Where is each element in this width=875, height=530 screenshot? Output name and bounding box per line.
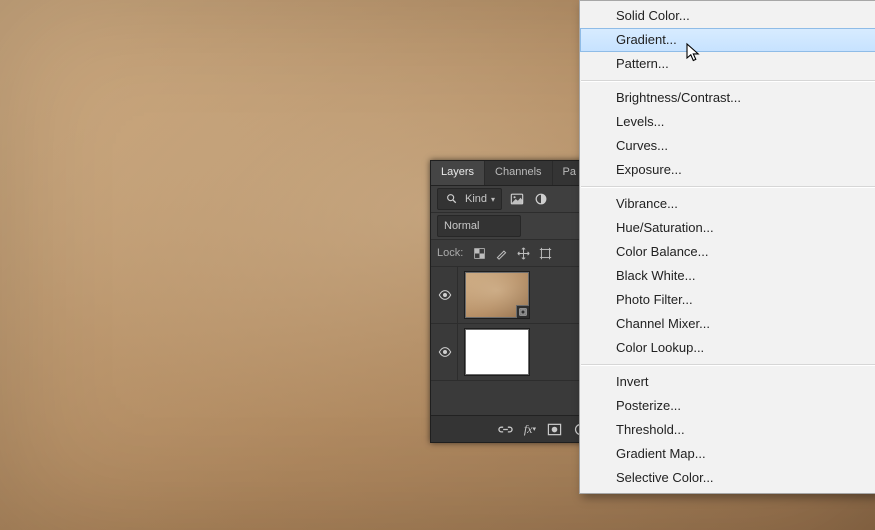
menu-item-pattern[interactable]: Pattern... [580,52,875,76]
menu-item-label: Solid Color... [616,8,690,23]
menu-item-posterize[interactable]: Posterize... [580,394,875,418]
menu-item-curves[interactable]: Curves... [580,134,875,158]
menu-item-label: Vibrance... [616,196,678,211]
menu-item-channel-mixer[interactable]: Channel Mixer... [580,312,875,336]
fx-icon[interactable]: fx▾ [524,421,536,437]
menu-separator [581,364,875,366]
menu-item-threshold[interactable]: Threshold... [580,418,875,442]
lock-position-icon[interactable] [515,245,531,261]
tab-layers[interactable]: Layers [431,161,485,185]
menu-separator [581,80,875,82]
menu-item-label: Invert [616,374,649,389]
layer-thumbnail[interactable] [464,328,530,376]
lock-brush-icon[interactable] [493,245,509,261]
menu-item-color-balance[interactable]: Color Balance... [580,240,875,264]
layer-filter-kind-select[interactable]: Kind ▾ [437,188,502,210]
menu-item-label: Pattern... [616,56,669,71]
menu-item-label: Levels... [616,114,664,129]
layer-thumbnail[interactable] [464,271,530,319]
menu-item-solid-color[interactable]: Solid Color... [580,4,875,28]
filter-kind-label: Kind [465,193,487,205]
mask-icon[interactable] [546,421,562,437]
eye-icon [438,288,452,302]
menu-separator [581,186,875,188]
visibility-toggle[interactable] [433,267,458,323]
menu-item-label: Black White... [616,268,695,283]
new-fill-adjustment-layer-menu: Solid Color... Gradient... Pattern... Br… [579,0,875,494]
menu-item-gradient-map[interactable]: Gradient Map... [580,442,875,466]
menu-item-label: Channel Mixer... [616,316,710,331]
visibility-toggle[interactable] [433,324,458,380]
eye-icon [438,345,452,359]
menu-item-invert[interactable]: Invert [580,370,875,394]
search-icon [443,191,461,207]
adjustment-filter-icon[interactable] [532,191,550,207]
menu-item-label: Threshold... [616,422,685,437]
menu-item-label: Photo Filter... [616,292,693,307]
tab-label: Pa [563,166,576,178]
chevron-down-icon: ▾ [491,195,495,204]
menu-item-color-lookup[interactable]: Color Lookup... [580,336,875,360]
menu-item-label: Posterize... [616,398,681,413]
menu-item-label: Color Lookup... [616,340,704,355]
menu-item-photo-filter[interactable]: Photo Filter... [580,288,875,312]
menu-item-exposure[interactable]: Exposure... [580,158,875,182]
tab-channels[interactable]: Channels [485,161,552,185]
blend-mode-select[interactable]: Normal [437,215,521,237]
blend-mode-value: Normal [444,220,479,232]
menu-item-brightness-contrast[interactable]: Brightness/Contrast... [580,86,875,110]
lock-artboard-icon[interactable] [537,245,553,261]
lock-label: Lock: [437,247,463,259]
menu-item-black-white[interactable]: Black White... [580,264,875,288]
link-icon[interactable] [498,421,514,437]
menu-item-label: Color Balance... [616,244,709,259]
tab-label: Channels [495,166,541,178]
menu-item-label: Brightness/Contrast... [616,90,741,105]
menu-item-hue-saturation[interactable]: Hue/Saturation... [580,216,875,240]
menu-item-label: Gradient... [616,32,677,47]
menu-item-label: Curves... [616,138,668,153]
lock-transparency-icon[interactable] [471,245,487,261]
tab-label: Layers [441,166,474,178]
menu-item-selective-color[interactable]: Selective Color... [580,466,875,490]
menu-item-label: Selective Color... [616,470,714,485]
image-filter-icon[interactable] [508,191,526,207]
smart-object-badge-icon [516,305,529,318]
menu-item-label: Exposure... [616,162,682,177]
menu-item-vibrance[interactable]: Vibrance... [580,192,875,216]
menu-item-label: Hue/Saturation... [616,220,714,235]
menu-item-gradient[interactable]: Gradient... [580,28,875,52]
menu-item-levels[interactable]: Levels... [580,110,875,134]
menu-item-label: Gradient Map... [616,446,706,461]
